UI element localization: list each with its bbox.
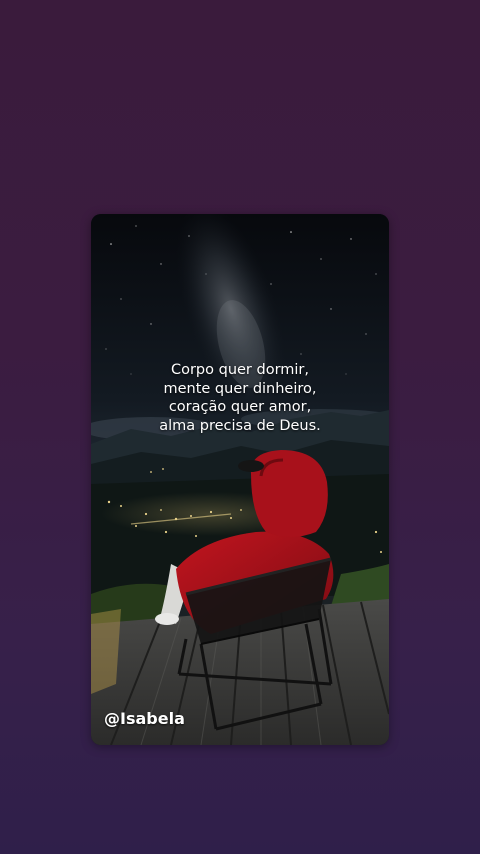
night-sky-photo: [91, 214, 389, 745]
video-card[interactable]: Corpo quer dormir, mente quer dinheiro, …: [91, 214, 389, 745]
quote-line: alma precisa de Deus.: [159, 417, 321, 434]
quote-line: coração quer amor,: [168, 399, 312, 415]
quote-text: Corpo quer dormir, mente quer dinheiro, …: [91, 361, 389, 435]
quote-line: mente quer dinheiro,: [163, 380, 317, 397]
author-handle[interactable]: @Isabela: [104, 709, 185, 728]
quote-line: Corpo quer dormir,: [170, 362, 310, 378]
